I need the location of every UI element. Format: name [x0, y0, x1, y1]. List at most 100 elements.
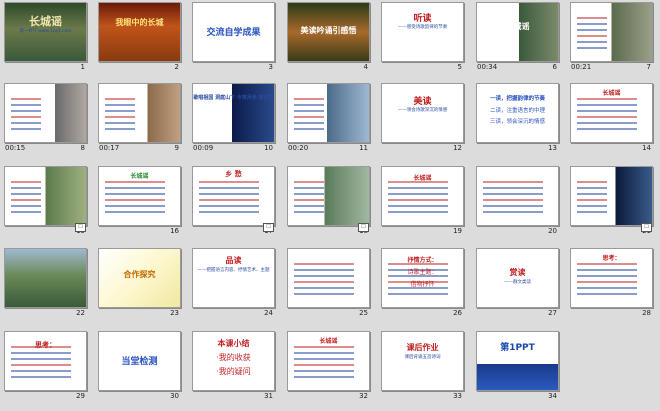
slide-thumbnail[interactable] [570, 166, 653, 226]
slide-text-line [105, 181, 165, 183]
slide-thumbnail[interactable]: 第1PPT [476, 331, 559, 391]
slide-timing: 00:20 [288, 144, 309, 152]
slide-text-line [577, 193, 607, 195]
slide-line: 三读，领会深沉的情感 [489, 119, 545, 125]
slide-thumbnail[interactable]: 本课小结 ·我的收获 ·我的疑问 [192, 331, 275, 391]
slide-number: 5 [457, 63, 462, 71]
slide-text-line [105, 98, 135, 100]
slide-thumbnail[interactable] [570, 2, 653, 62]
slide-title: 我眼中的长城 [115, 18, 164, 27]
slide-text-line [199, 199, 259, 201]
slide-number: 28 [642, 309, 651, 317]
slide-thumbnail[interactable]: 长城谣 [476, 2, 559, 62]
slide-text-line [294, 376, 354, 378]
slide-thumbnail[interactable]: 当堂检测 [98, 331, 181, 391]
slide-thumbnail[interactable]: 美读吟诵引感悟 [287, 2, 370, 62]
slide-thumbnail[interactable]: 长城谣 [98, 166, 181, 226]
slide-subtitle: 课后背诵五首诗词 [404, 355, 441, 360]
slide-text-line [294, 205, 324, 207]
slide-thumbnail[interactable]: 乡 愁 [192, 166, 275, 226]
slide-thumbnail[interactable]: 合作探究 [98, 248, 181, 308]
slide-thumbnail[interactable] [4, 166, 87, 226]
slide-thumbnail[interactable] [476, 166, 559, 226]
slide-text-line [577, 23, 607, 25]
slide-text-line [105, 211, 165, 213]
slide-thumbnail[interactable] [4, 83, 87, 143]
slide-text-line [388, 187, 448, 189]
slide-text-line [11, 181, 41, 183]
slide-text-line [105, 128, 135, 130]
slide-text-line [294, 98, 324, 100]
slide-text-line [105, 110, 135, 112]
slide-title: 美读 [413, 97, 432, 107]
slide-text-line [294, 358, 354, 360]
slide-title: 思考： [35, 341, 56, 349]
slide-number: 9 [174, 144, 179, 152]
slide-line: ·我的收获 [216, 353, 251, 362]
slide-thumbnail[interactable]: 抒情方式： 诗歌主题： 借物抒怀 [381, 248, 464, 308]
slide-thumbnail[interactable]: 歌唱祖国 洞庭山下 今宵月色 夜茫茫 [192, 83, 275, 143]
slide-thumbnail[interactable]: 长城谣 [570, 83, 653, 143]
slide-timing: 00:15 [5, 144, 26, 152]
slide-title: 当堂检测 [121, 357, 158, 367]
slide-number: 19 [453, 227, 462, 235]
slide-thumbnail[interactable]: 美读 ——领会诗歌深沉的情感 [381, 83, 464, 143]
slide-title: 合作探究 [123, 270, 156, 279]
slide-number: 25 [359, 309, 368, 317]
slide-text-line [483, 211, 543, 213]
slide-text-line [577, 122, 637, 124]
slide-timing: 00:34 [477, 63, 498, 71]
slide-text-line [294, 104, 324, 106]
slide-number: 11 [359, 144, 368, 152]
slide-title: 长城谣 [29, 15, 62, 28]
slide-title: 乡 愁 [225, 170, 242, 178]
slide-timing: 00:17 [99, 144, 120, 152]
slide-text-line [577, 205, 607, 207]
slide-text-line [105, 187, 165, 189]
slide-number: 1 [80, 63, 85, 71]
slide-text-line [199, 211, 259, 213]
slide-text-line [577, 104, 637, 106]
slide-title: 听读 [413, 14, 432, 24]
slide-number: 20 [548, 227, 557, 235]
slide-text-line [105, 193, 165, 195]
slide-text-line [483, 193, 543, 195]
slide-thumbnail[interactable]: 课后作业 课后背诵五首诗词 [381, 331, 464, 391]
slide-text-line [577, 29, 607, 31]
slide-thumbnail[interactable]: 思考： [4, 331, 87, 391]
slide-thumbnail[interactable]: 赏读 ——群文类读 [476, 248, 559, 308]
slide-title: 长城谣 [130, 173, 149, 180]
slide-thumbnail[interactable] [98, 83, 181, 143]
slide-text-line [388, 193, 448, 195]
slide-text-line [577, 281, 637, 283]
slide-text-line [483, 205, 543, 207]
slide-text-line [483, 187, 543, 189]
slide-thumbnail[interactable] [4, 248, 87, 308]
slide-subtitle: 第一PPT www.1ppt.com [19, 29, 72, 34]
slide-text-line [577, 17, 607, 19]
slide-thumbnail[interactable] [287, 166, 370, 226]
slide-text-line [105, 104, 135, 106]
slide-number: 34 [548, 392, 557, 400]
slide-text-line [294, 122, 324, 124]
slide-title: 第1PPT [500, 343, 535, 353]
slide-thumbnail[interactable]: 品读 ——把握语言内容、抒情艺术、主题 [192, 248, 275, 308]
slide-thumbnail[interactable]: 长城谣 [287, 331, 370, 391]
slide-thumbnail[interactable]: 一读，把握韵律的节奏 二读，注重语言的中理 三读，领会深沉的情感 [476, 83, 559, 143]
slide-thumbnail[interactable]: 我眼中的长城 [98, 2, 181, 62]
slide-thumbnail[interactable]: 交流自学成果 [192, 2, 275, 62]
slide-text-line [577, 269, 637, 271]
slide-text-line [199, 187, 259, 189]
slide-text-line [294, 211, 324, 213]
slide-subtitle: ——感受诗歌韵律的节奏 [397, 25, 448, 30]
slide-thumbnail[interactable]: 思考： [570, 248, 653, 308]
slide-thumbnail[interactable]: 听读 ——感受诗歌韵律的节奏 [381, 2, 464, 62]
slide-number: 7 [646, 63, 651, 71]
slide-text-line [577, 110, 637, 112]
slide-thumbnail[interactable] [287, 248, 370, 308]
slide-text-line [577, 35, 607, 37]
slide-thumbnail[interactable]: 长城谣 第一PPT www.1ppt.com [4, 2, 87, 62]
slide-thumbnail[interactable]: 长城谣 [381, 166, 464, 226]
slide-number: 33 [453, 392, 462, 400]
slide-thumbnail[interactable] [287, 83, 370, 143]
